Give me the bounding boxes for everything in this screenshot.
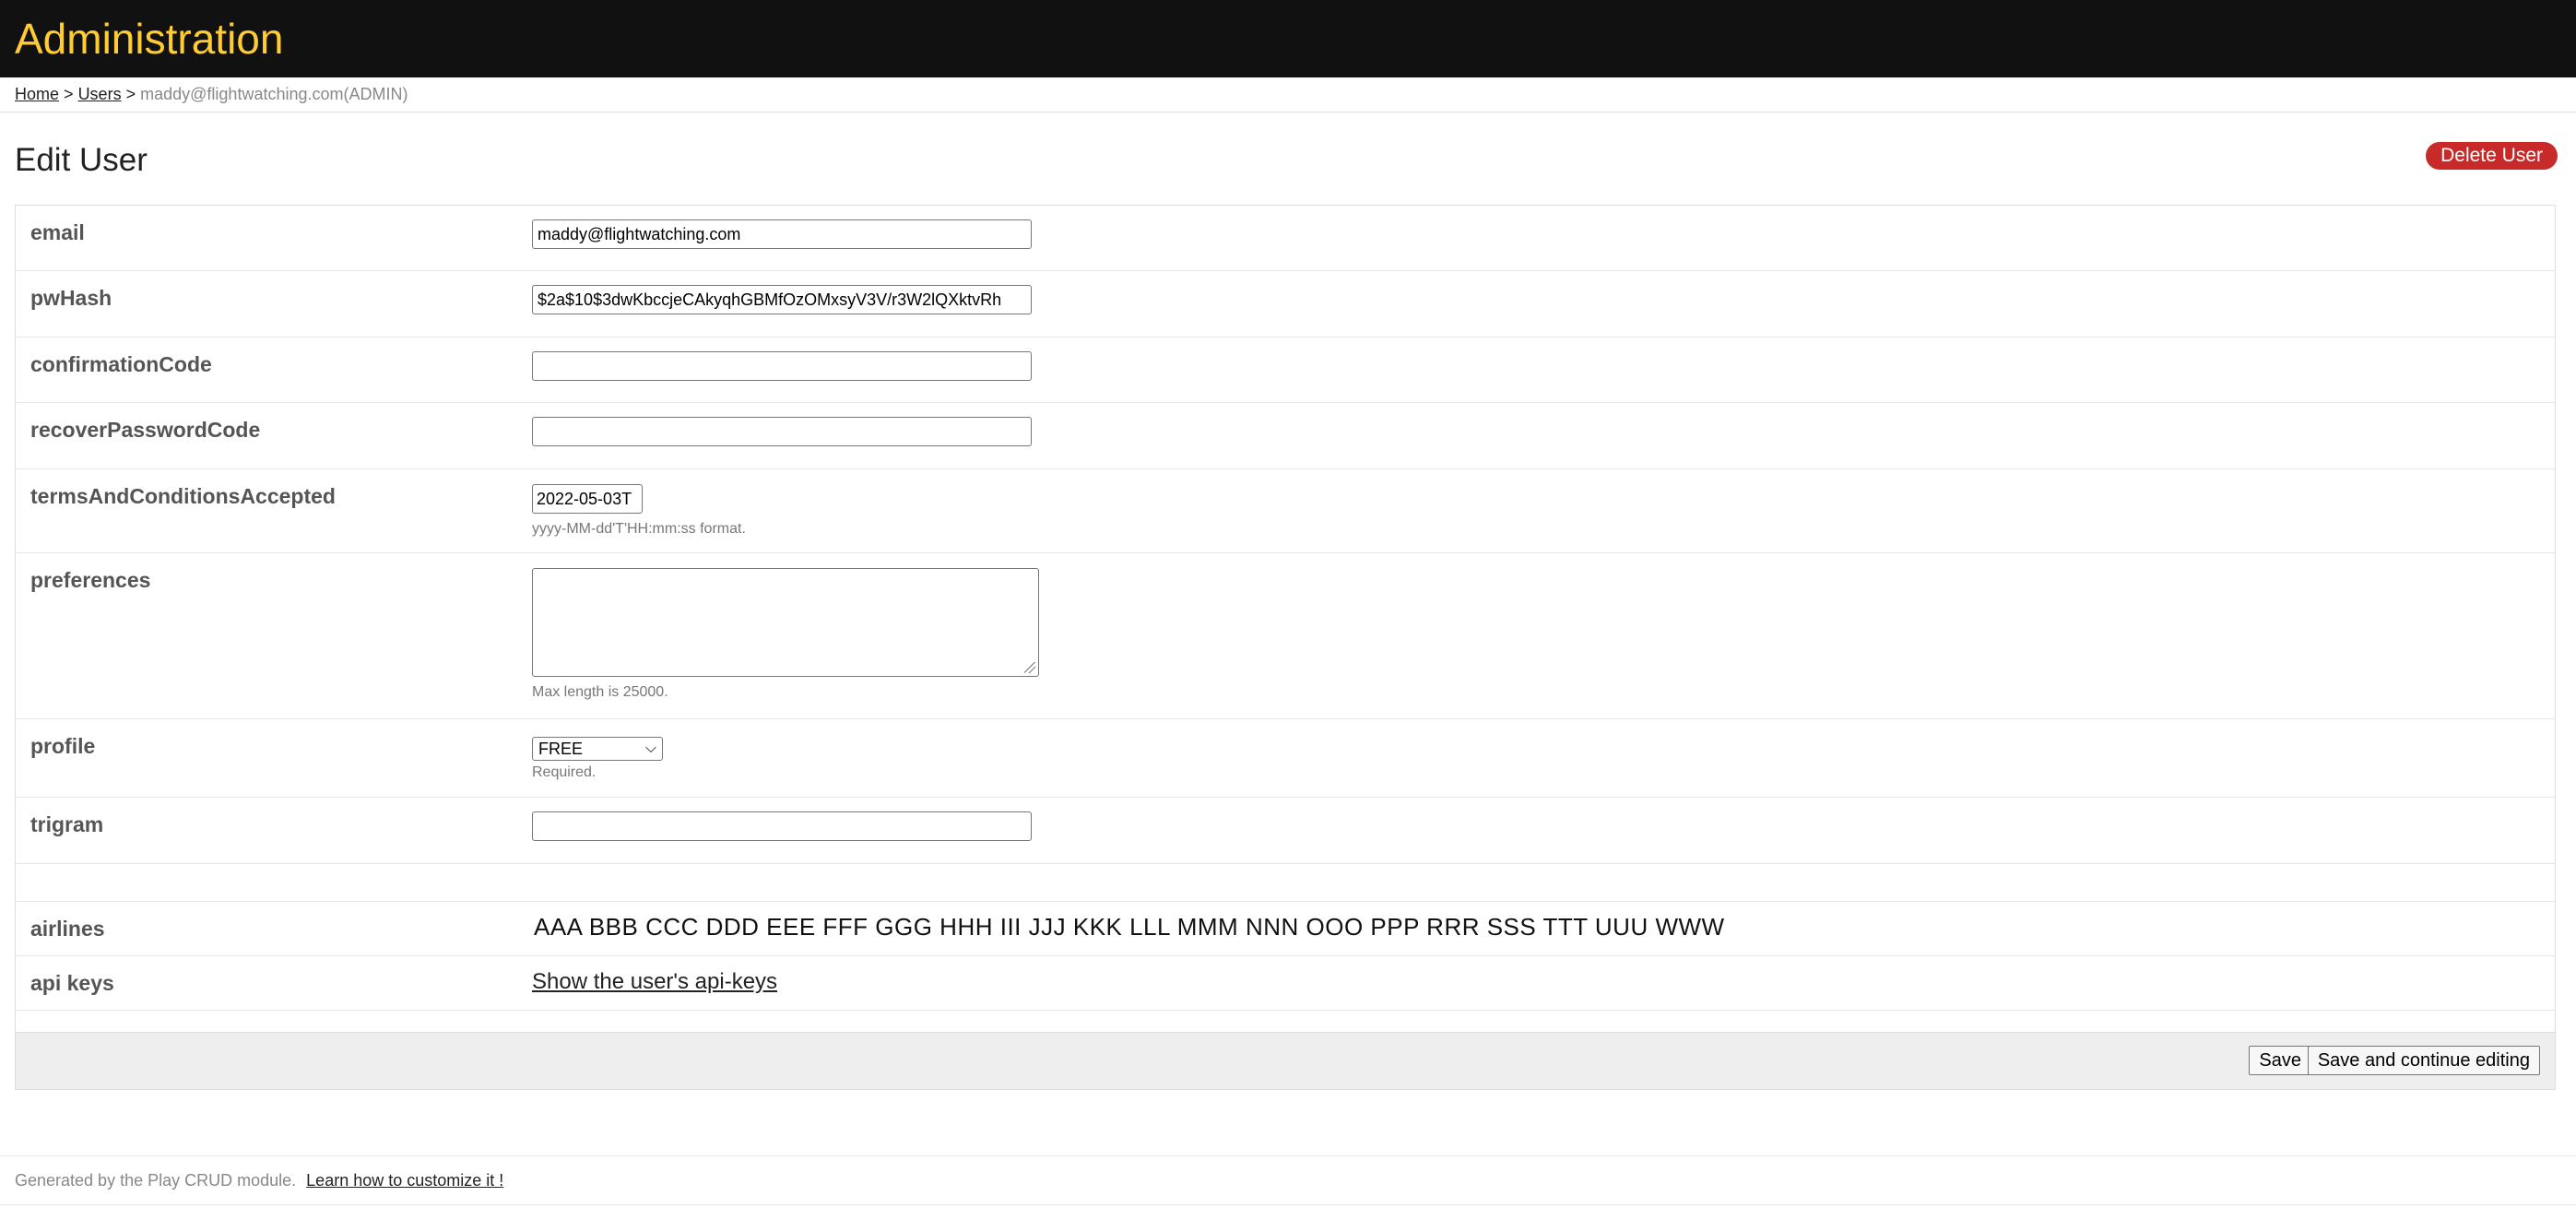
recoverpasswordcode-input[interactable] xyxy=(532,417,1032,446)
field-row-pwhash: pwHash $2a$10$3dwKbccjeCAkyqhGBMfOzOMxsy… xyxy=(16,271,2555,338)
breadcrumb-users-link[interactable]: Users xyxy=(78,85,122,103)
field-row-preferences: preferences Max length is 25000. xyxy=(16,553,2555,719)
field-row-profile: profile FREE ⌵ Required. xyxy=(16,719,2555,798)
breadcrumb-current: maddy@flightwatching.com(ADMIN) xyxy=(140,85,408,103)
chevron-down-icon: ⌵ xyxy=(644,740,656,756)
confirmationcode-label: confirmationCode xyxy=(30,352,212,376)
terms-datetime-input[interactable]: 2022-05-03T xyxy=(532,484,643,514)
field-row-confirmationcode: confirmationCode xyxy=(16,338,2555,403)
profile-label: profile xyxy=(30,734,96,758)
page-title: Edit User xyxy=(15,142,148,178)
spacer-row xyxy=(16,864,2555,902)
app-header: Administration xyxy=(0,0,2576,77)
field-row-api-keys: api keys Show the user's api-keys xyxy=(16,956,2555,1011)
profile-selected-value: FREE xyxy=(538,740,584,758)
terms-format-hint: yyyy-MM-dd'T'HH:mm:ss format. xyxy=(532,521,746,537)
airlines-list: AAA BBB CCC DDD EEE FFF GGG HHH III JJJ … xyxy=(534,913,1725,941)
preferences-label: preferences xyxy=(30,568,151,592)
generated-by-text: Generated by the Play CRUD module. xyxy=(15,1171,297,1190)
breadcrumb-home-link[interactable]: Home xyxy=(15,85,59,103)
pwhash-input[interactable]: $2a$10$3dwKbccjeCAkyqhGBMfOzOMxsyV3V/r3W… xyxy=(532,285,1032,314)
breadcrumb: Home > Users > maddy@flightwatching.com(… xyxy=(0,77,2576,113)
field-row-trigram: trigram xyxy=(16,798,2555,864)
pwhash-label: pwHash xyxy=(30,286,112,310)
email-label: email xyxy=(30,220,85,244)
profile-select[interactable]: FREE ⌵ xyxy=(532,737,663,761)
form-actions-bar: Save Save and continue editing xyxy=(16,1032,2555,1089)
recoverpasswordcode-label: recoverPasswordCode xyxy=(30,418,261,442)
preferences-textarea[interactable] xyxy=(532,568,1039,677)
trigram-label: trigram xyxy=(30,812,104,836)
api-keys-label: api keys xyxy=(30,971,114,995)
terms-label: termsAndConditionsAccepted xyxy=(30,484,336,508)
delete-user-button[interactable]: Delete User xyxy=(2426,142,2558,170)
trigram-input[interactable] xyxy=(532,811,1032,841)
resize-grip-icon[interactable] xyxy=(1024,662,1035,673)
profile-required-hint: Required. xyxy=(532,764,597,780)
email-input[interactable]: maddy@flightwatching.com xyxy=(532,219,1032,249)
save-and-continue-button[interactable]: Save and continue editing xyxy=(2307,1046,2540,1075)
field-row-recoverpasswordcode: recoverPasswordCode xyxy=(16,403,2555,469)
confirmationcode-input[interactable] xyxy=(532,351,1032,381)
edit-user-form: email maddy@flightwatching.com pwHash $2… xyxy=(15,205,2556,1090)
save-button[interactable]: Save xyxy=(2249,1046,2311,1075)
airlines-label: airlines xyxy=(30,917,105,941)
breadcrumb-separator: > xyxy=(64,85,74,103)
field-row-airlines: airlines AAA BBB CCC DDD EEE FFF GGG HHH… xyxy=(16,902,2555,956)
field-row-terms: termsAndConditionsAccepted 2022-05-03T y… xyxy=(16,469,2555,553)
title-bar: Edit User Delete User xyxy=(0,113,2576,205)
page-footer: Generated by the Play CRUD module. Learn… xyxy=(0,1155,2576,1205)
breadcrumb-separator: > xyxy=(125,85,136,103)
field-row-email: email maddy@flightwatching.com xyxy=(16,206,2555,271)
show-api-keys-link[interactable]: Show the user's api-keys xyxy=(532,969,777,994)
customize-link[interactable]: Learn how to customize it ! xyxy=(306,1171,503,1190)
app-title: Administration xyxy=(15,15,284,63)
preferences-maxlength-hint: Max length is 25000. xyxy=(532,684,668,700)
